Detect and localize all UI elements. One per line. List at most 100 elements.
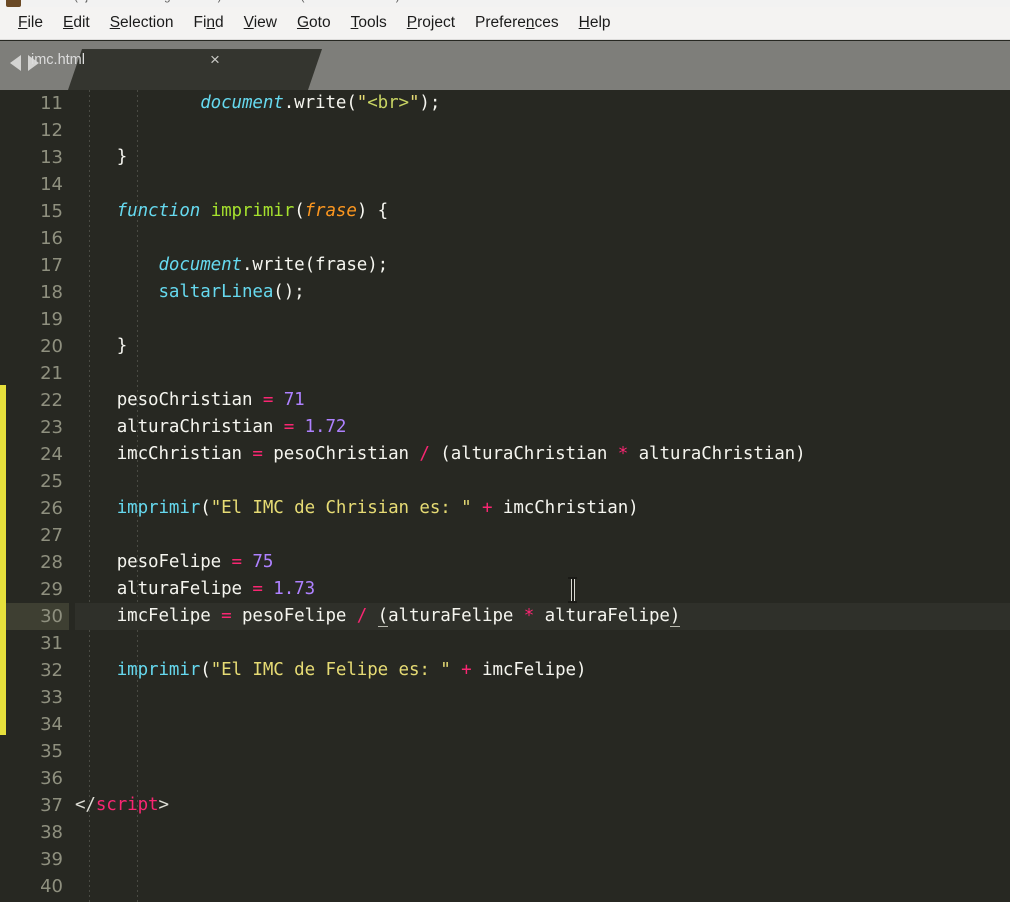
code-row[interactable]: 21 [0,360,1010,387]
line-number[interactable]: 23 [6,414,69,441]
line-number[interactable]: 12 [6,117,69,144]
code-row[interactable]: 38 [0,819,1010,846]
menu-item-help[interactable]: Help [569,12,621,33]
code-row[interactable]: 20 } [0,333,1010,360]
code-text[interactable] [75,225,1010,252]
code-row[interactable]: 14 [0,171,1010,198]
line-number[interactable]: 38 [6,819,69,846]
code-row[interactable]: 33 [0,684,1010,711]
menu-item-project[interactable]: Project [397,12,465,33]
code-row[interactable]: 17 document.write(frase); [0,252,1010,279]
line-number[interactable]: 24 [6,441,69,468]
line-number[interactable]: 25 [6,468,69,495]
code-row[interactable]: 25 [0,468,1010,495]
menu-item-edit[interactable]: Edit [53,12,100,33]
line-number[interactable]: 29 [6,576,69,603]
code-row[interactable]: 34 [0,711,1010,738]
code-text[interactable]: } [75,333,1010,360]
code-editor[interactable]: 11 document.write("<br>"); 12 13 } 14 15 fun… [0,90,1010,902]
close-icon[interactable]: × [206,50,224,70]
code-text[interactable]: saltarLinea(); [75,279,1010,306]
line-number[interactable]: 30 [6,603,69,630]
code-text[interactable]: alturaFelipe = 1.73 [75,576,1010,603]
line-number[interactable]: 27 [6,522,69,549]
menu-item-find[interactable]: Find [183,12,233,33]
code-row[interactable]: 19 [0,306,1010,333]
code-text[interactable] [75,738,1010,765]
line-number[interactable]: 19 [6,306,69,333]
tab-imc-html[interactable] [68,49,322,90]
menu-item-goto[interactable]: Goto [287,12,341,33]
line-number[interactable]: 20 [6,333,69,360]
code-row[interactable]: 22 pesoChristian = 71 [0,387,1010,414]
code-row[interactable]: 12 [0,117,1010,144]
line-number[interactable]: 16 [6,225,69,252]
line-number[interactable]: 13 [6,144,69,171]
code-row[interactable]: 15 function imprimir(frase) { [0,198,1010,225]
code-row[interactable]: 36 [0,765,1010,792]
menu-item-file[interactable]: File [8,12,53,33]
code-text[interactable] [75,684,1010,711]
code-text[interactable]: imcFelipe = pesoFelipe / (alturaFelipe *… [75,603,1010,630]
line-number[interactable]: 21 [6,360,69,387]
code-row[interactable]: 40 [0,873,1010,900]
code-text[interactable]: document.write(frase); [75,252,1010,279]
code-row[interactable]: 31 [0,630,1010,657]
line-number[interactable]: 22 [6,387,69,414]
code-text[interactable]: </script> [75,792,1010,819]
code-row[interactable]: 39 [0,846,1010,873]
menu-item-tools[interactable]: Tools [341,12,397,33]
code-text[interactable]: function imprimir(frase) { [75,198,1010,225]
code-text[interactable]: imcChristian = pesoChristian / (alturaCh… [75,441,1010,468]
code-text[interactable]: pesoChristian = 71 [75,387,1010,414]
menu-item-selection[interactable]: Selection [100,12,184,33]
code-row[interactable]: 26 imprimir("El IMC de Chrisian es: " + … [0,495,1010,522]
line-number[interactable]: 34 [6,711,69,738]
code-row[interactable]: 30 imcFelipe = pesoFelipe / (alturaFelip… [0,603,1010,630]
code-text[interactable]: } [75,144,1010,171]
code-text[interactable] [75,522,1010,549]
code-text[interactable]: alturaChristian = 1.72 [75,414,1010,441]
code-row[interactable]: 28 pesoFelipe = 75 [0,549,1010,576]
menu-item-view[interactable]: View [234,12,287,33]
code-lines[interactable]: 11 document.write("<br>"); 12 13 } 14 15 fun… [0,90,1010,902]
code-row[interactable]: 23 alturaChristian = 1.72 [0,414,1010,441]
line-number[interactable]: 14 [6,171,69,198]
code-row[interactable]: 18 saltarLinea(); [0,279,1010,306]
code-row[interactable]: 35 [0,738,1010,765]
line-number[interactable]: 28 [6,549,69,576]
code-row[interactable]: 24 imcChristian = pesoChristian / (altur… [0,441,1010,468]
menu-item-preferences[interactable]: Preferences [465,12,569,33]
code-row[interactable]: 11 document.write("<br>"); [0,90,1010,117]
line-number[interactable]: 31 [6,630,69,657]
code-text[interactable] [75,846,1010,873]
code-text[interactable]: pesoFelipe = 75 [75,549,1010,576]
code-row[interactable]: 16 [0,225,1010,252]
line-number[interactable]: 40 [6,873,69,900]
code-text[interactable] [75,765,1010,792]
line-number[interactable]: 33 [6,684,69,711]
code-text[interactable]: imprimir("El IMC de Chrisian es: " + imc… [75,495,1010,522]
line-number[interactable]: 15 [6,198,69,225]
line-number[interactable]: 18 [6,279,69,306]
code-text[interactable] [75,171,1010,198]
code-text[interactable] [75,306,1010,333]
code-row[interactable]: 37 </script> [0,792,1010,819]
code-text[interactable] [75,117,1010,144]
line-number[interactable]: 35 [6,738,69,765]
line-number[interactable]: 11 [6,90,69,117]
code-row[interactable]: 29 alturaFelipe = 1.73 [0,576,1010,603]
triangle-left-icon[interactable] [10,55,21,71]
line-number[interactable]: 37 [6,792,69,819]
line-number[interactable]: 36 [6,765,69,792]
code-text[interactable] [75,711,1010,738]
code-row[interactable]: 32 imprimir("El IMC de Felipe es: " + im… [0,657,1010,684]
code-row[interactable]: 27 [0,522,1010,549]
code-text[interactable] [75,468,1010,495]
code-text[interactable] [75,819,1010,846]
code-text[interactable]: document.write("<br>"); [75,90,1010,117]
line-number[interactable]: 32 [6,657,69,684]
line-number[interactable]: 17 [6,252,69,279]
code-text[interactable] [75,873,1010,900]
line-number[interactable]: 26 [6,495,69,522]
